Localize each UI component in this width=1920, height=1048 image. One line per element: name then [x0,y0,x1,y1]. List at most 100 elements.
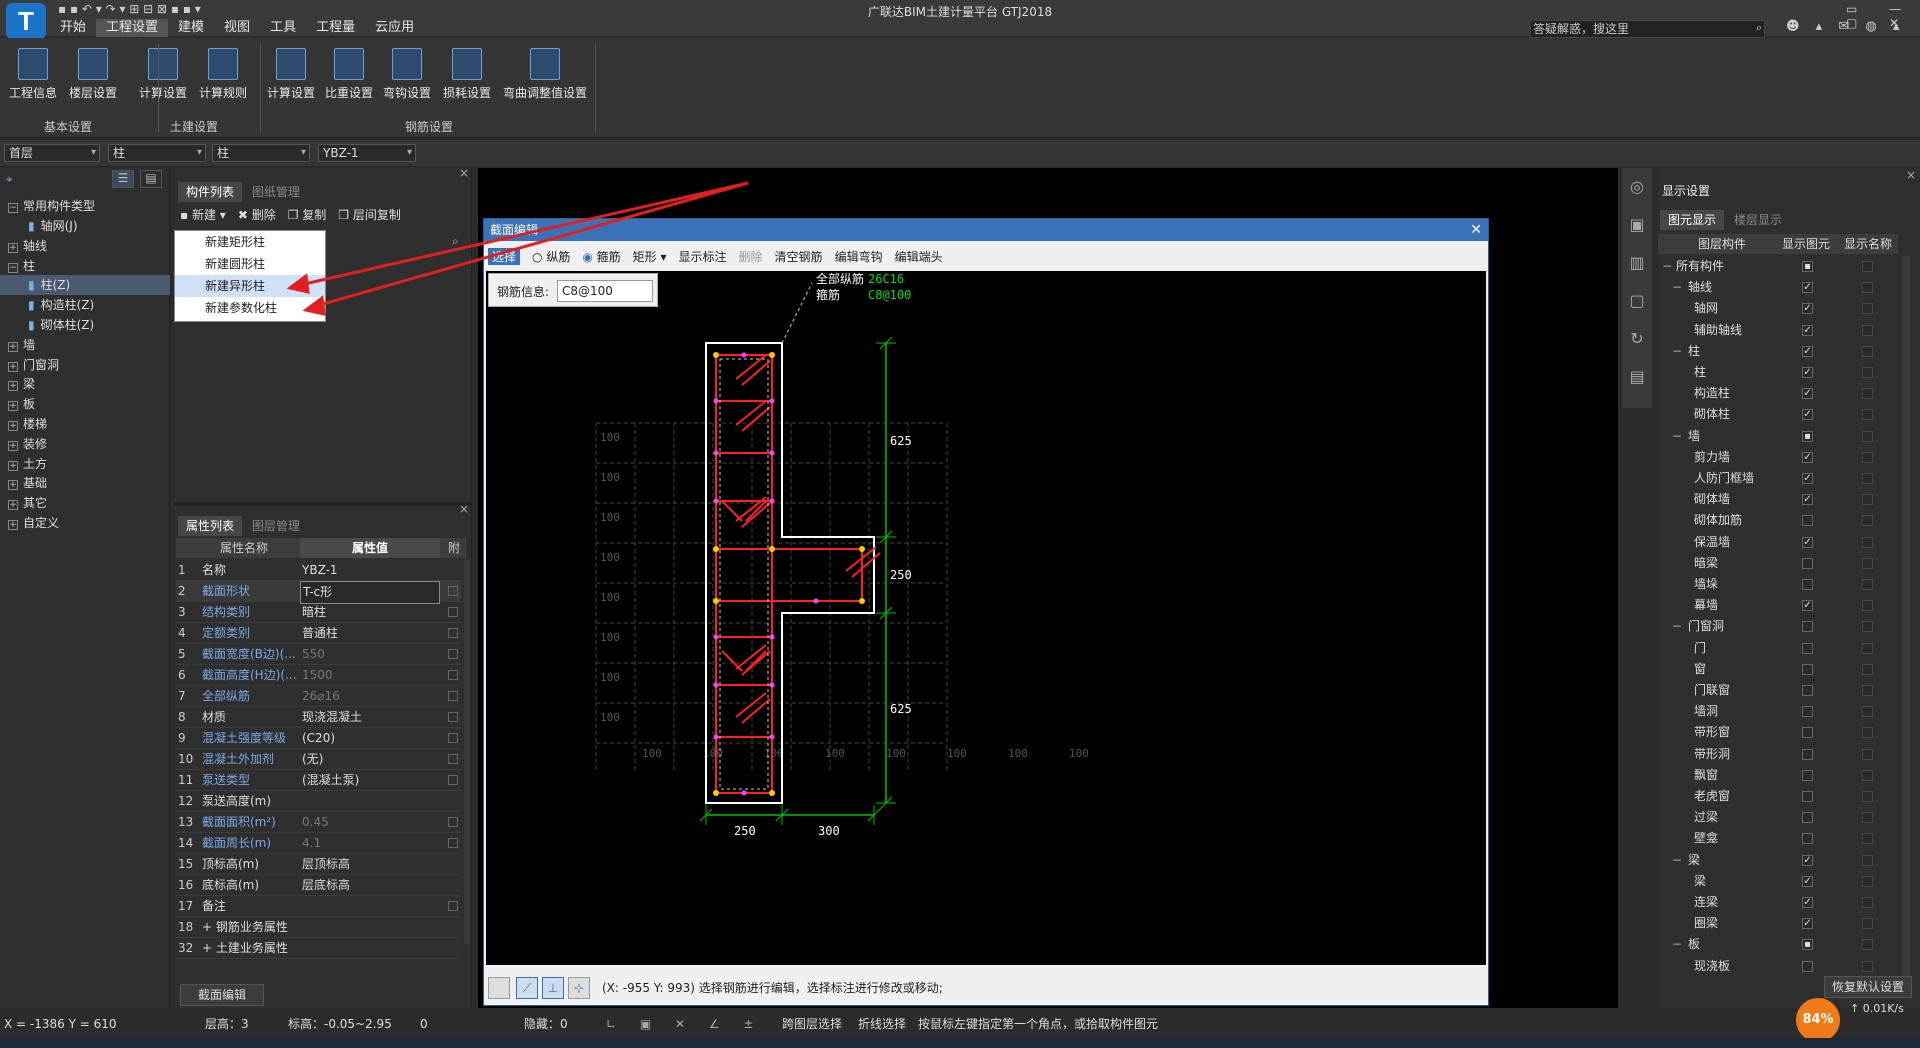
display-item[interactable]: 辅助轴线 ✓ [1658,320,1898,341]
show-name-checkbox[interactable] [1862,727,1873,739]
display-item[interactable]: 轴网 ✓ [1658,298,1898,319]
new-button[interactable]: ▪ 新建 ▾ [180,204,226,226]
property-row[interactable]: 32 + 土建业务属性 [176,938,461,959]
cross-layer-select[interactable]: 跨图层选择 [782,1013,842,1035]
property-row[interactable]: 17 备注 [176,896,461,917]
display-item[interactable]: 人防门框墙 ✓ [1658,468,1898,489]
show-element-checkbox[interactable] [1802,515,1813,527]
component-select[interactable]: YBZ-1 [318,144,416,162]
tree-item[interactable]: − 柱 [0,256,170,276]
expand-icon[interactable]: + [8,520,18,530]
property-value[interactable]: 暗柱 [300,602,440,623]
display-item[interactable]: 飘窗 [1658,765,1898,786]
new-menu-item[interactable]: 新建矩形柱 [175,231,325,253]
property-value[interactable]: YBZ-1 [300,560,440,581]
longitudinal-radio[interactable]: ○ 纵筋 [532,248,570,265]
tab-element-display[interactable]: 图元显示 [1660,210,1725,230]
polyline-select[interactable]: 折线选择 [858,1013,906,1035]
show-element-checkbox[interactable]: ✓ [1802,600,1813,612]
new-menu-item[interactable]: 新建异形柱 [175,275,325,297]
display-item[interactable]: 壁龛 [1658,828,1898,849]
show-element-checkbox[interactable] [1802,812,1813,824]
property-value[interactable]: (C20) [300,728,440,749]
show-element-checkbox[interactable] [1802,642,1813,654]
show-element-checkbox[interactable] [1802,833,1813,845]
show-name-checkbox[interactable] [1862,430,1873,442]
show-name-checkbox[interactable] [1862,897,1873,908]
tree-item[interactable]: ▮ 柱(Z) [0,275,170,296]
property-row[interactable]: 2 截面形状 T-c形 [176,581,461,604]
view-tool-icons[interactable]: ◎ ▣ ▥ ▢ ↻ ▤ [1622,168,1652,396]
attach-checkbox[interactable] [448,838,458,848]
show-name-checkbox[interactable] [1862,515,1873,527]
attach-checkbox[interactable] [448,817,458,827]
show-element-checkbox[interactable] [1802,960,1813,972]
property-value[interactable]: 层顶标高 [300,854,440,875]
display-item[interactable]: 过梁 [1658,807,1898,828]
property-row[interactable]: 10 混凝土外加剂 (无) [176,749,461,770]
display-item[interactable]: 剪力墙 ✓ [1658,447,1898,468]
display-item[interactable]: 暗梁 [1658,553,1898,574]
show-element-checkbox[interactable] [1802,769,1813,781]
show-name-checkbox[interactable] [1862,261,1873,272]
show-element-checkbox[interactable] [1802,685,1813,696]
expand-icon[interactable]: + [8,242,18,253]
show-name-checkbox[interactable] [1862,557,1873,569]
property-value[interactable]: 普通柱 [300,623,440,644]
window-controls[interactable]: ▭ — ▢ ✕ [1846,2,1920,30]
expand-icon[interactable]: − [8,262,18,273]
attach-checkbox[interactable] [448,691,458,701]
display-item[interactable]: − 所有构件 ▪ [1658,256,1898,277]
property-row[interactable]: 13 截面面积(m²) 0.45 [176,812,461,833]
show-name-checkbox[interactable] [1862,875,1873,887]
restore-default-button[interactable]: 恢复默认设置 [1824,976,1912,998]
tree-item[interactable]: + 轴线 [0,236,170,256]
display-item[interactable]: 砌体加筋 [1658,510,1898,531]
property-value[interactable]: 层底标高 [300,875,440,896]
show-name-checkbox[interactable] [1862,303,1873,315]
search-icon[interactable]: ⌕ [1756,21,1762,35]
property-row[interactable]: 4 定额类别 普通柱 [176,623,461,644]
display-item[interactable]: 柱 ✓ [1658,362,1898,383]
display-item[interactable]: 砌体柱 ✓ [1658,404,1898,425]
menu-item-5[interactable]: 工程量 [306,19,365,37]
list-view-icon[interactable]: ☰ [112,170,134,188]
show-name-checkbox[interactable] [1862,769,1873,781]
collapse-icon[interactable]: − [1672,850,1682,871]
ribbon-button-7[interactable]: 损耗设置 [440,48,494,101]
tree-item[interactable]: + 墙 [0,335,170,355]
display-item[interactable]: 门 [1658,638,1898,659]
tree-item[interactable]: ▮ 构造柱(Z) [0,295,170,315]
property-value[interactable]: 现浇混凝土 [300,707,440,728]
show-name-checkbox[interactable] [1862,939,1873,951]
pin-icon[interactable]: ⌖ [6,172,13,187]
edit-end-button[interactable]: 编辑端头 [895,248,943,265]
property-value[interactable]: 4.1 [300,833,440,854]
tree-root[interactable]: − 常用构件类型 [8,196,95,216]
category-select[interactable]: 柱 [108,144,206,162]
display-item[interactable]: 连梁 ✓ [1658,892,1898,913]
show-name-checkbox[interactable] [1862,748,1873,760]
expand-icon[interactable]: + [8,460,18,471]
menu-item-1[interactable]: 工程设置 [96,19,169,37]
show-name-checkbox[interactable] [1862,600,1873,612]
show-name-checkbox[interactable] [1862,451,1873,463]
display-item[interactable]: 现浇板 [1658,956,1898,977]
display-item[interactable]: 圈梁 ✓ [1658,913,1898,934]
floor-copy-button[interactable]: ❐ 层间复制 [338,204,401,226]
property-value[interactable]: T-c形 [300,581,440,604]
edit-hook-button[interactable]: 编辑弯钩 [835,248,883,265]
property-row[interactable]: 14 截面周长(m) 4.1 [176,833,461,854]
show-element-checkbox[interactable] [1802,748,1813,760]
display-item[interactable]: 带形窗 [1658,722,1898,743]
show-name-checkbox[interactable] [1862,473,1873,484]
show-element-checkbox[interactable] [1802,557,1813,569]
search-icon[interactable]: ⌕ [452,234,459,249]
tab-property-list[interactable]: 属性列表 [178,516,243,536]
ribbon-button-6[interactable]: 弯钩设置 [380,48,434,101]
tree-item[interactable]: + 自定义 [0,513,170,533]
display-item[interactable]: 构造柱 ✓ [1658,383,1898,404]
property-value[interactable]: (混凝土泵) [300,770,440,791]
display-item[interactable]: − 墙 ▪ [1658,426,1898,447]
attach-checkbox[interactable] [448,775,458,785]
